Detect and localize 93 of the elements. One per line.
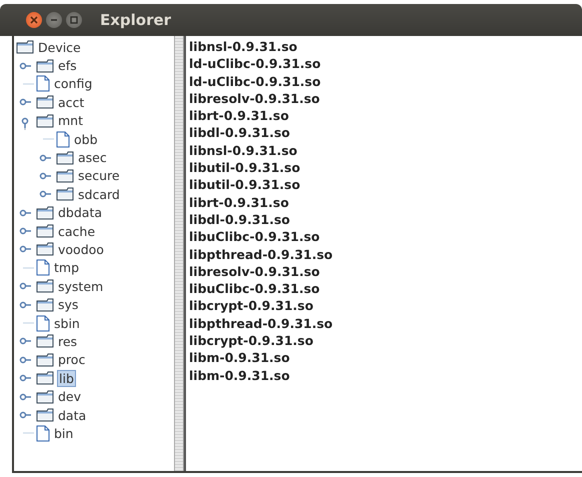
window-title: Explorer xyxy=(100,11,172,29)
folder-icon xyxy=(36,95,54,110)
tree-item[interactable]: acct xyxy=(57,94,86,110)
folder-icon xyxy=(56,168,74,183)
folder-icon xyxy=(36,371,54,386)
folder-icon xyxy=(36,242,54,256)
expand-handle-icon[interactable] xyxy=(20,228,31,234)
tree-item[interactable]: sbin xyxy=(53,316,81,331)
tree-item[interactable]: mnt xyxy=(57,113,84,128)
folder-icon xyxy=(36,279,54,294)
file-icon xyxy=(36,314,50,332)
tree-item[interactable]: bin xyxy=(53,426,74,441)
folder-icon xyxy=(56,150,74,165)
expand-handle-icon[interactable] xyxy=(20,62,31,69)
maximize-button[interactable] xyxy=(66,12,82,28)
tree-item[interactable]: config xyxy=(53,76,94,92)
folder-icon xyxy=(16,40,34,54)
tree-item[interactable]: sdcard xyxy=(77,186,121,202)
file-item[interactable]: libnsl-0.9.31.so xyxy=(189,38,582,56)
file-icon xyxy=(36,259,50,276)
splitter-handle[interactable] xyxy=(175,36,184,471)
file-item[interactable]: libuClibc-0.9.31.so xyxy=(189,228,582,246)
folder-icon xyxy=(56,187,74,202)
expand-handle-icon[interactable] xyxy=(20,99,31,106)
expand-handle-icon[interactable] xyxy=(20,338,31,345)
file-item[interactable]: librt-0.9.31.so xyxy=(189,194,582,211)
folder-icon xyxy=(36,334,54,348)
folder-icon xyxy=(36,114,54,128)
expand-handle-icon[interactable] xyxy=(20,412,31,418)
folder-icon xyxy=(36,408,54,422)
folder-icon xyxy=(36,352,54,367)
file-item[interactable]: ld-uClibc-0.9.31.so xyxy=(189,72,582,90)
tree-item[interactable]: dbdata xyxy=(57,205,104,220)
maximize-icon xyxy=(70,16,78,24)
tree-item[interactable]: asec xyxy=(77,150,108,166)
expand-handle-icon[interactable] xyxy=(20,301,31,308)
tree-item[interactable]: efs xyxy=(57,58,78,74)
tree-item[interactable]: tmp xyxy=(53,260,80,276)
expand-handle-icon[interactable] xyxy=(20,283,31,290)
tree-item[interactable]: sys xyxy=(57,297,80,312)
tree-line xyxy=(22,432,34,434)
file-item[interactable]: ld-uClibc-0.9.31.so xyxy=(189,55,582,73)
tree-line xyxy=(22,83,34,84)
folder-icon xyxy=(36,206,54,220)
minimize-icon xyxy=(50,16,58,24)
file-item[interactable]: libdl-0.9.31.so xyxy=(189,124,582,142)
file-item[interactable]: libutil-0.9.31.so xyxy=(189,159,582,176)
tree-item[interactable]: proc xyxy=(57,352,86,368)
tree-item[interactable]: dev xyxy=(57,389,82,404)
expand-handle-icon[interactable] xyxy=(20,246,31,253)
file-item[interactable]: libcrypt-0.9.31.so xyxy=(189,297,582,315)
folder-icon xyxy=(36,298,54,312)
tree-item[interactable]: system xyxy=(57,278,104,294)
collapse-handle-icon[interactable] xyxy=(22,118,28,128)
file-item[interactable]: libutil-0.9.31.so xyxy=(189,176,582,194)
tree-item[interactable]: lib xyxy=(57,370,76,387)
folder-icon xyxy=(36,390,54,404)
expand-handle-icon[interactable] xyxy=(20,209,31,216)
expand-handle-icon[interactable] xyxy=(40,191,51,198)
close-icon xyxy=(30,16,38,24)
minimize-button[interactable] xyxy=(46,12,62,28)
tree-item[interactable]: data xyxy=(57,408,88,422)
tree-line xyxy=(42,138,54,140)
file-icon xyxy=(36,75,50,92)
tree-line xyxy=(22,322,34,324)
tree-line xyxy=(22,267,34,268)
expand-handle-icon[interactable] xyxy=(20,356,31,364)
file-icon xyxy=(36,424,50,442)
tree-item[interactable]: voodoo xyxy=(57,242,105,257)
file-item[interactable]: libcrypt-0.9.31.so xyxy=(189,332,582,350)
tree-item[interactable]: secure xyxy=(77,168,121,184)
close-button[interactable] xyxy=(26,12,42,28)
file-item[interactable]: libpthread-0.9.31.so xyxy=(189,246,582,263)
file-item[interactable]: libm-0.9.31.so xyxy=(189,349,582,367)
file-item[interactable]: libdl-0.9.31.so xyxy=(189,210,582,228)
file-item[interactable]: librt-0.9.31.so xyxy=(189,107,582,124)
file-icon xyxy=(56,130,70,148)
folder-icon xyxy=(36,58,54,73)
tree-item[interactable]: cache xyxy=(57,224,96,239)
folder-icon xyxy=(36,224,54,238)
tree-item[interactable]: res xyxy=(57,334,78,349)
file-item[interactable]: libuClibc-0.9.31.so xyxy=(189,280,582,298)
file-item[interactable]: libpthread-0.9.31.so xyxy=(189,314,582,332)
tree-item[interactable]: Device xyxy=(37,40,82,55)
expand-handle-icon[interactable] xyxy=(40,172,51,180)
file-item[interactable]: libresolv-0.9.31.so xyxy=(189,90,582,108)
expand-handle-icon[interactable] xyxy=(20,393,31,400)
tree-item[interactable]: obb xyxy=(73,132,99,147)
file-item[interactable]: libresolv-0.9.31.so xyxy=(189,262,582,280)
expand-handle-icon[interactable] xyxy=(40,154,51,161)
file-item[interactable]: libm-0.9.31.so xyxy=(189,366,582,384)
expand-handle-icon[interactable] xyxy=(20,374,31,382)
file-item[interactable]: libnsl-0.9.31.so xyxy=(189,142,582,160)
